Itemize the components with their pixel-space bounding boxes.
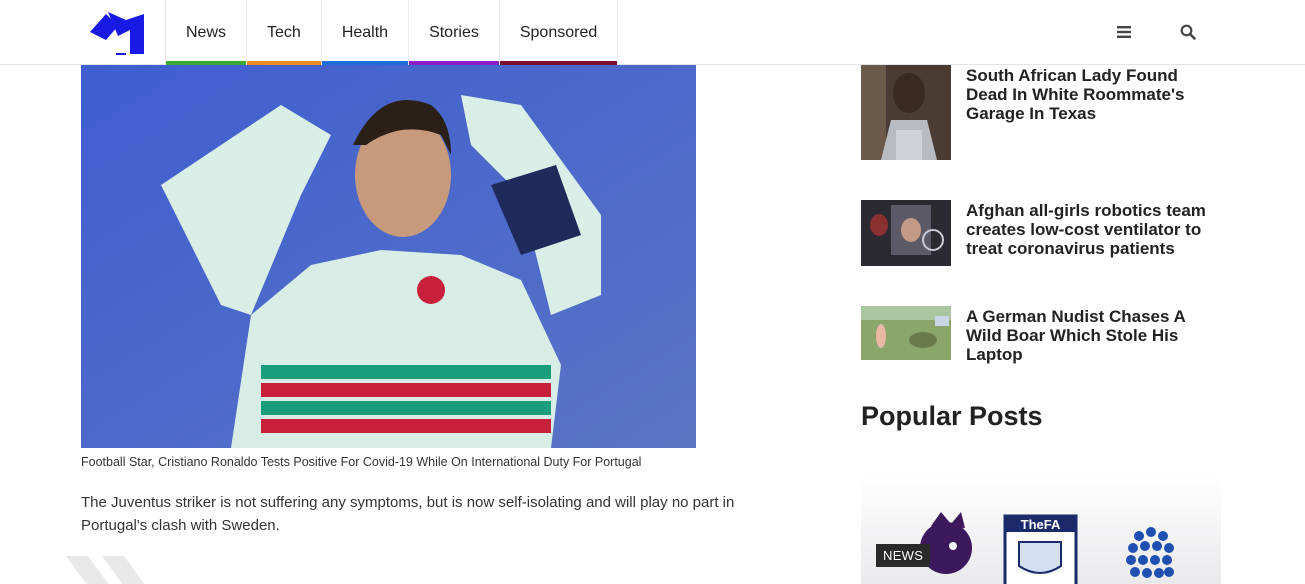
- nav-health[interactable]: Health: [320, 0, 409, 65]
- related-post-1-title[interactable]: South African Lady Found Dead In White R…: [966, 66, 1221, 160]
- nav-news-label: News: [186, 23, 227, 41]
- nav-stories-label: Stories: [429, 23, 479, 41]
- related-post-3-thumbnail[interactable]: [861, 306, 951, 360]
- related-post-3-title[interactable]: A German Nudist Chases A Wild Boar Which…: [966, 307, 1221, 364]
- nav-news[interactable]: News: [165, 0, 247, 65]
- related-post-2-thumbnail[interactable]: [861, 200, 951, 266]
- site-header: News Tech Health Stories Sponsored: [0, 0, 1305, 65]
- quote-mark-icon: [66, 556, 145, 584]
- nav-tech-underline: [247, 61, 321, 65]
- news-category-badge[interactable]: NEWS: [876, 544, 931, 567]
- nav-health-label: Health: [341, 23, 389, 41]
- hamburger-icon[interactable]: [1110, 18, 1138, 46]
- main-nav: News Tech Health Stories Sponsored: [165, 0, 619, 65]
- nav-tech[interactable]: Tech: [246, 0, 321, 65]
- nav-tech-label: Tech: [267, 23, 301, 41]
- fa-shield-label: TheFA: [1021, 517, 1061, 532]
- search-icon[interactable]: [1174, 18, 1202, 46]
- nav-health-underline: [321, 61, 409, 65]
- nav-sponsored-label: Sponsored: [519, 23, 598, 41]
- related-post-2-title[interactable]: Afghan all-girls robotics team creates l…: [966, 201, 1221, 266]
- nav-stories-underline: [409, 61, 499, 65]
- related-post-3[interactable]: A German Nudist Chases A Wild Boar Which…: [861, 306, 1221, 364]
- nav-news-underline: [166, 61, 247, 65]
- popular-posts-heading: Popular Posts: [861, 401, 1043, 431]
- nav-stories[interactable]: Stories: [408, 0, 499, 65]
- article-paragraph: The Juventus striker is not suffering an…: [81, 494, 735, 534]
- related-post-1-thumbnail[interactable]: [861, 65, 951, 160]
- popular-post-card[interactable]: TheFA: [861, 476, 1221, 584]
- site-logo-icon[interactable]: [84, 6, 150, 60]
- nav-sponsored[interactable]: Sponsored: [498, 0, 619, 65]
- related-post-1[interactable]: South African Lady Found Dead In White R…: [861, 65, 1221, 160]
- article-image-caption: Football Star, Cristiano Ronaldo Tests P…: [81, 455, 642, 469]
- related-post-2[interactable]: Afghan all-girls robotics team creates l…: [861, 200, 1221, 266]
- article-hero-image: [81, 65, 696, 448]
- nav-sponsored-underline: [499, 61, 618, 65]
